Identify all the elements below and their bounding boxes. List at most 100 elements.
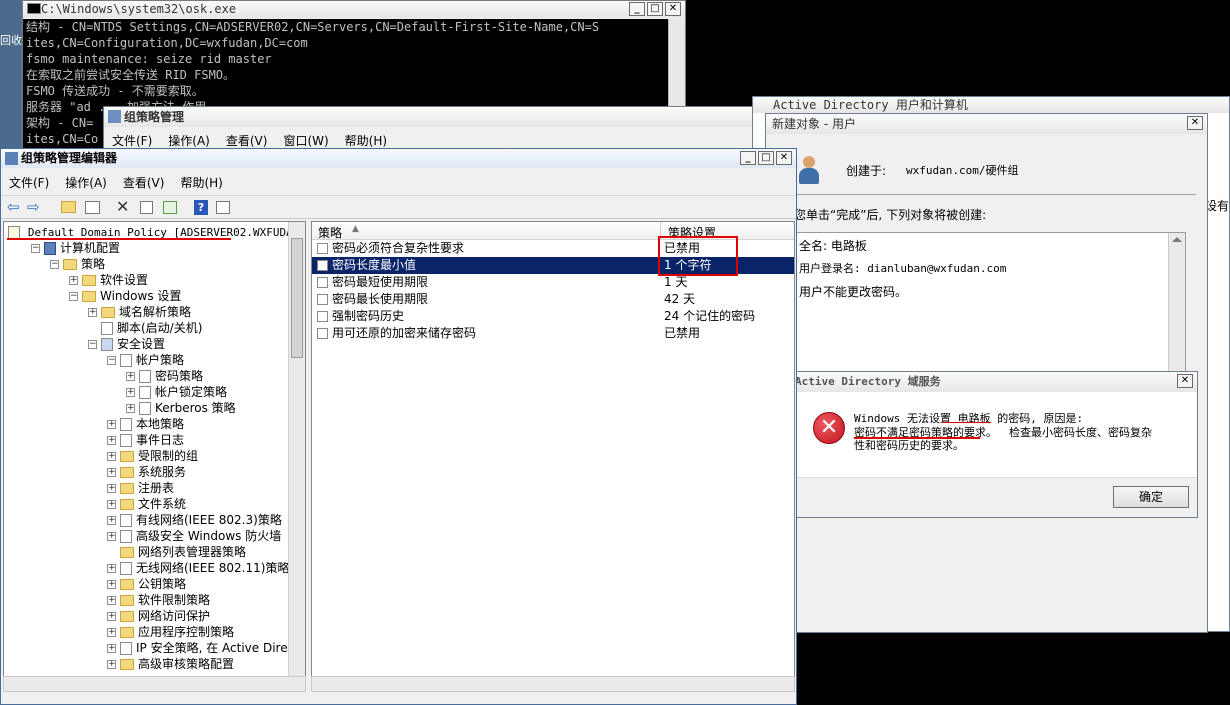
- tree-item[interactable]: + 无线网络(IEEE 802.11)策略: [107, 560, 289, 576]
- gpme-menu-item[interactable]: 操作(A): [57, 171, 115, 191]
- list-pane[interactable]: 策略 ▲ 策略设置 密码必须符合复杂性要求 已禁用 密码长度最小值 1 个字符 密码最短…: [311, 221, 795, 691]
- tree-item[interactable]: 脚本(启动/关机): [88, 320, 202, 336]
- tree-item[interactable]: − 计算机配置: [31, 240, 120, 256]
- tree-item[interactable]: + 密码策略: [126, 368, 203, 384]
- expand-icon[interactable]: +: [107, 420, 116, 429]
- expand-icon[interactable]: +: [107, 644, 116, 653]
- gpm-menu-item[interactable]: 查看(V): [218, 129, 276, 149]
- error-titlebar[interactable]: Active Directory 域服务: [791, 372, 1197, 392]
- tree-item[interactable]: 网络列表管理器策略: [107, 544, 246, 560]
- expand-icon[interactable]: +: [107, 580, 116, 589]
- tree-item[interactable]: − 帐户策略: [107, 352, 184, 368]
- expand-icon[interactable]: +: [107, 436, 116, 445]
- tree-item[interactable]: + 系统服务: [107, 464, 186, 480]
- gpm-menu-item[interactable]: 窗口(W): [275, 129, 336, 149]
- summary-box[interactable]: 全名: 电路板 用户登录名: dianluban@wxfudan.com 用户不能更…: [794, 232, 1186, 372]
- tree-item[interactable]: + 有线网络(IEEE 802.3)策略: [107, 512, 282, 528]
- policy-row[interactable]: 用可还原的加密来储存密码 已禁用: [312, 325, 794, 342]
- tree-vscrollbar[interactable]: [288, 222, 305, 690]
- new-user-titlebar[interactable]: 新建对象 - 用户: [766, 114, 1207, 134]
- tree-item[interactable]: + 应用程序控制策略: [107, 624, 234, 640]
- gpm-menu-item[interactable]: 文件(F): [104, 129, 160, 149]
- expand-icon[interactable]: +: [107, 484, 116, 493]
- expand-icon[interactable]: +: [107, 468, 116, 477]
- expand-icon[interactable]: +: [107, 516, 116, 525]
- console-minimize-button[interactable]: _: [629, 2, 645, 16]
- gpme-titlebar[interactable]: 组策略管理编辑器: [1, 149, 796, 168]
- tree-item[interactable]: + 本地策略: [107, 416, 184, 432]
- expand-icon[interactable]: +: [107, 452, 116, 461]
- collapse-icon[interactable]: −: [31, 244, 40, 253]
- gpm-menu-item[interactable]: 帮助(H): [337, 129, 395, 149]
- policy-row[interactable]: 强制密码历史 24 个记住的密码: [312, 308, 794, 325]
- error-ok-button[interactable]: 确定: [1113, 486, 1189, 508]
- expand-icon[interactable]: +: [107, 500, 116, 509]
- expand-icon[interactable]: +: [107, 660, 116, 669]
- show-hide-tree-icon[interactable]: [85, 201, 100, 214]
- expand-icon[interactable]: +: [126, 372, 135, 381]
- tree-item[interactable]: − 策略: [50, 256, 105, 272]
- tree-item[interactable]: + 受限制的组: [107, 448, 198, 464]
- expand-icon[interactable]: +: [126, 388, 135, 397]
- console-maximize-button[interactable]: □: [647, 2, 663, 16]
- summary-scrollbar[interactable]: [1168, 233, 1185, 371]
- expand-icon[interactable]: +: [107, 596, 116, 605]
- expand-icon[interactable]: +: [107, 564, 116, 573]
- gpm-titlebar[interactable]: 组策略管理: [104, 107, 792, 127]
- gpme-menu-item[interactable]: 查看(V): [115, 171, 173, 191]
- policy-row[interactable]: 密码最短使用期限 1 天: [312, 274, 794, 291]
- gpme-close-button[interactable]: ✕: [776, 151, 792, 165]
- tree-item[interactable]: + 注册表: [107, 480, 174, 496]
- list-hscrollbar[interactable]: [311, 676, 795, 692]
- up-folder-icon[interactable]: [61, 201, 76, 213]
- console-close-button[interactable]: ✕: [665, 2, 681, 16]
- tree-item[interactable]: + 网络访问保护: [107, 608, 210, 624]
- tree-item[interactable]: + 文件系统: [107, 496, 186, 512]
- expand-icon[interactable]: +: [88, 308, 97, 317]
- gpme-maximize-button[interactable]: □: [758, 151, 774, 165]
- tree-item[interactable]: + 软件限制策略: [107, 592, 210, 608]
- col-header-policy[interactable]: 策略: [318, 224, 342, 241]
- policy-row[interactable]: 密码最长使用期限 42 天: [312, 291, 794, 308]
- tree-item[interactable]: + IP 安全策略, 在 Active Direc: [107, 640, 294, 656]
- tree-item[interactable]: + Kerberos 策略: [126, 400, 236, 416]
- collapse-icon[interactable]: −: [69, 292, 78, 301]
- folder-icon: [82, 275, 96, 286]
- tree-hscrollbar[interactable]: [3, 676, 306, 692]
- tree-item[interactable]: − Windows 设置: [69, 288, 181, 304]
- error-close-button[interactable]: ✕: [1177, 374, 1193, 388]
- tree-pane[interactable]: Default Domain Policy [ADSERVER02.WXFUDA…: [3, 221, 306, 691]
- tree-scroll-thumb[interactable]: [291, 238, 303, 358]
- console-titlebar[interactable]: C:\Windows\system32\osk.exe: [23, 1, 685, 18]
- tree-item[interactable]: + 软件设置: [69, 272, 148, 288]
- help-icon[interactable]: ?: [194, 200, 208, 215]
- expand-icon[interactable]: +: [69, 276, 78, 285]
- expand-icon[interactable]: +: [107, 628, 116, 637]
- tree-item[interactable]: − 安全设置: [88, 336, 165, 352]
- collapse-icon[interactable]: −: [88, 340, 97, 349]
- gpme-menu-item[interactable]: 文件(F): [1, 171, 57, 191]
- gpme-minimize-button[interactable]: _: [740, 151, 756, 165]
- expand-icon[interactable]: +: [107, 532, 116, 541]
- tree-item[interactable]: + 高级安全 Windows 防火墙: [107, 528, 281, 544]
- tree-item[interactable]: + 域名解析策略: [88, 304, 191, 320]
- delete-icon[interactable]: ✕: [116, 197, 129, 216]
- back-arrow-icon[interactable]: ⇦: [7, 198, 20, 216]
- tree-item[interactable]: + 事件日志: [107, 432, 184, 448]
- desktop-recycle-label[interactable]: 回收: [0, 32, 22, 48]
- new-user-close-button[interactable]: ✕: [1187, 116, 1203, 130]
- tree-item[interactable]: + 高级审核策略配置: [107, 656, 234, 672]
- collapse-icon[interactable]: −: [50, 260, 59, 269]
- forward-arrow-icon[interactable]: ⇨: [27, 198, 40, 216]
- tree-item[interactable]: + 公钥策略: [107, 576, 186, 592]
- gpm-menu-item[interactable]: 操作(A): [160, 129, 218, 149]
- gpme-menu-item[interactable]: 帮助(H): [172, 171, 230, 191]
- tree-item[interactable]: + 帐户锁定策略: [126, 384, 227, 400]
- export-list-icon[interactable]: [163, 201, 177, 214]
- expand-icon[interactable]: +: [126, 404, 135, 413]
- aduc-titlebar[interactable]: Active Directory 用户和计算机: [753, 97, 1229, 113]
- properties-icon[interactable]: [140, 201, 153, 214]
- expand-icon[interactable]: +: [107, 612, 116, 621]
- collapse-icon[interactable]: −: [107, 356, 116, 365]
- view-icon[interactable]: [216, 201, 230, 214]
